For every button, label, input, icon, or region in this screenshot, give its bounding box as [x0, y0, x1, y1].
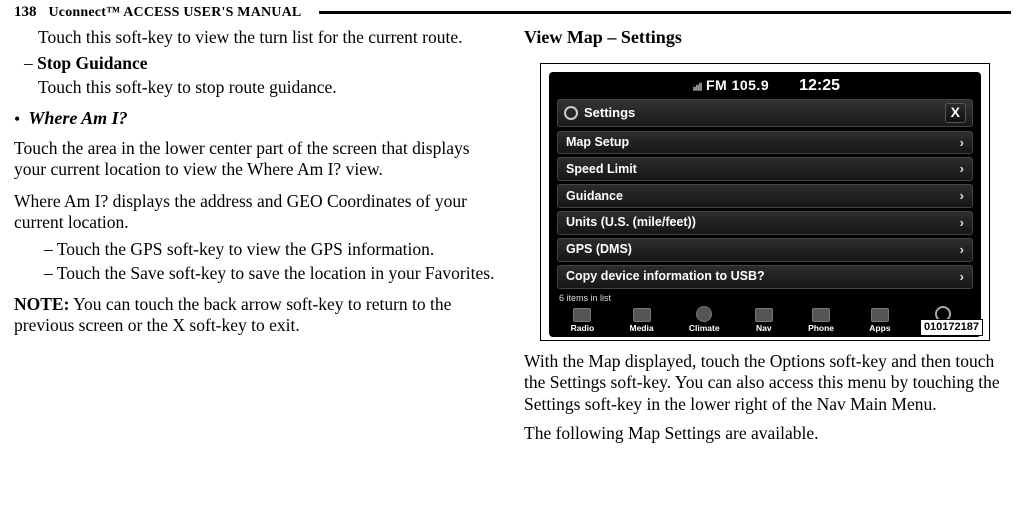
apps-icon	[871, 308, 889, 322]
manual-title: Uconnect™ ACCESS USER'S MANUAL	[49, 5, 302, 21]
list-item[interactable]: Units (U.S. (mile/feet)) ›	[557, 211, 973, 235]
device-screen: FM 105.9 12:25 Settings X Map Setup› Spe	[549, 72, 981, 337]
right-column: View Map – Settings FM 105.9 12:25	[524, 27, 1006, 503]
subitem-save-text: Touch the Save soft-key to save the loca…	[57, 263, 495, 283]
list-item-label: GPS (DMS)	[566, 242, 632, 257]
settings-title-bar: Settings X	[557, 99, 973, 126]
chevron-right-icon: ›	[960, 269, 964, 285]
settings-bar-label: Settings	[584, 105, 635, 121]
chevron-right-icon: ›	[960, 135, 964, 151]
view-map-settings-heading: View Map – Settings	[524, 27, 1006, 49]
phone-icon	[812, 308, 830, 322]
items-count-label: 6 items in list	[559, 293, 981, 304]
bottom-nav: Radio Media Climate Nav Phone Apps Setti…	[549, 304, 981, 337]
bullet-dot-icon: •	[14, 110, 20, 128]
p-right-body-1: With the Map displayed, touch the Option…	[524, 351, 1006, 415]
gear-icon	[564, 106, 578, 120]
device-screenshot-figure: FM 105.9 12:25 Settings X Map Setup› Spe	[540, 63, 990, 341]
p-right-body-2: The following Map Settings are available…	[524, 423, 1006, 444]
list-item-label: Guidance	[566, 189, 623, 204]
note-paragraph: NOTE: You can touch the back arrow soft-…	[14, 294, 502, 337]
header-rule	[319, 11, 1011, 14]
chevron-right-icon: ›	[960, 242, 964, 258]
list-item-label: Units (U.S. (mile/feet))	[566, 215, 696, 230]
p-where-body-2: Where Am I? displays the address and GEO…	[14, 191, 502, 234]
nav-phone[interactable]: Phone	[808, 308, 834, 333]
note-label: NOTE:	[14, 294, 69, 314]
subitem-gps-text: Touch the GPS soft-key to view the GPS i…	[57, 239, 434, 259]
p-where-body-1: Touch the area in the lower center part …	[14, 138, 502, 181]
item-stop-guidance: – Stop Guidance	[14, 53, 502, 74]
list-item[interactable]: Copy device information to USB? ›	[557, 265, 973, 289]
clock-label: 12:25	[799, 76, 840, 96]
figure-id-label: 010172187	[920, 319, 983, 336]
list-item[interactable]: Speed Limit ›	[557, 157, 973, 181]
page-header: 138 Uconnect™ ACCESS USER'S MANUAL	[14, 4, 1011, 21]
nav-nav[interactable]: Nav	[755, 308, 773, 333]
nav-apps[interactable]: Apps	[869, 308, 890, 333]
subitem-save: – Touch the Save soft-key to save the lo…	[14, 263, 502, 284]
note-body: You can touch the back arrow soft-key to…	[14, 294, 451, 335]
chevron-right-icon: ›	[960, 188, 964, 204]
list-item[interactable]: GPS (DMS) ›	[557, 238, 973, 262]
radio-icon	[573, 308, 591, 322]
nav-label: Media	[630, 323, 654, 333]
stop-guidance-heading: Stop Guidance	[37, 53, 147, 73]
nav-label: Apps	[869, 323, 890, 333]
media-icon	[633, 308, 651, 322]
chevron-right-icon: ›	[960, 161, 964, 177]
nav-icon	[755, 308, 773, 322]
signal-icon	[690, 81, 702, 91]
nav-media[interactable]: Media	[630, 308, 654, 333]
page-number: 138	[14, 4, 37, 21]
list-item[interactable]: Guidance ›	[557, 184, 973, 208]
p-stop-guidance-body: Touch this soft-key to stop route guidan…	[14, 77, 502, 98]
bullet-where-am-i: • Where Am I?	[14, 108, 502, 130]
close-button[interactable]: X	[945, 103, 966, 122]
nav-label: Climate	[689, 323, 720, 333]
chevron-right-icon: ›	[960, 215, 964, 231]
list-item-label: Map Setup	[566, 135, 629, 150]
nav-label: Nav	[756, 323, 772, 333]
nav-label: Phone	[808, 323, 834, 333]
nav-radio[interactable]: Radio	[571, 308, 595, 333]
p-touch-turnlist: Touch this soft-key to view the turn lis…	[14, 27, 502, 48]
climate-icon	[696, 306, 712, 322]
settings-list: Map Setup › Speed Limit › Guidance › Units …	[557, 131, 973, 289]
nav-label: Radio	[571, 323, 595, 333]
status-bar: FM 105.9 12:25	[549, 72, 981, 98]
subitem-gps: – Touch the GPS soft-key to view the GPS…	[14, 239, 502, 260]
nav-climate[interactable]: Climate	[689, 306, 720, 333]
list-item-label: Speed Limit	[566, 162, 637, 177]
list-item[interactable]: Map Setup ›	[557, 131, 973, 155]
left-column: Touch this soft-key to view the turn lis…	[14, 27, 502, 503]
where-am-i-heading: Where Am I?	[28, 108, 127, 130]
radio-station-label: FM 105.9	[706, 77, 769, 94]
list-item-label: Copy device information to USB?	[566, 269, 765, 284]
